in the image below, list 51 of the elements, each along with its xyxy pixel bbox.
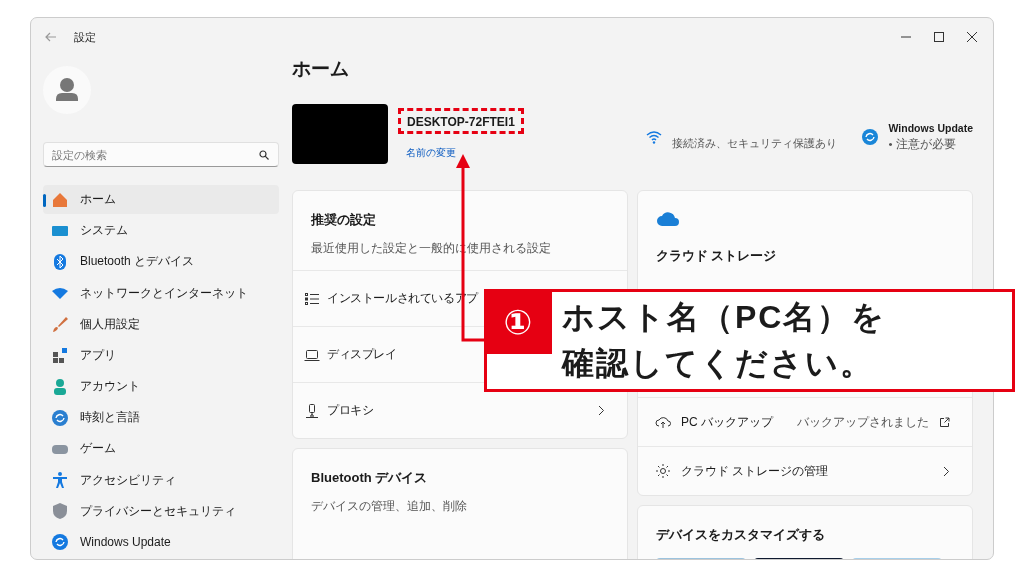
card-title: 推奨の設定	[311, 211, 377, 229]
update-icon	[51, 533, 69, 552]
cloud-upload-icon	[655, 414, 671, 430]
sidebar-item[interactable]: ホーム	[43, 185, 279, 215]
sidebar-item[interactable]: プライバシーとセキュリティ	[43, 496, 279, 526]
apps-icon	[51, 346, 69, 365]
update-title: Windows Update	[888, 122, 973, 134]
back-arrow-icon[interactable]	[45, 32, 57, 42]
card-title: クラウド ストレージ	[656, 248, 778, 265]
maximize-icon[interactable]	[934, 32, 944, 42]
sidebar-item[interactable]: アプリ	[43, 340, 279, 370]
sidebar-item[interactable]: ネットワークとインターネット	[43, 278, 279, 308]
external-link-icon	[939, 416, 950, 428]
account-icon	[51, 377, 69, 396]
bluetooth-icon	[51, 252, 69, 271]
wifi-icon	[645, 129, 662, 144]
sidebar-item[interactable]: Bluetooth とデバイス	[43, 247, 279, 277]
sidebar-item[interactable]: アカウント	[43, 372, 279, 402]
window-title: 設定	[74, 29, 96, 45]
search-icon	[259, 150, 269, 161]
rename-link[interactable]: 名前の変更	[400, 146, 524, 160]
network-status: 接続済み、セキュリティ保護あり	[671, 136, 837, 151]
chevron-icon	[943, 465, 950, 477]
update-status: • 注意が必要	[888, 137, 957, 152]
status-text: バックアップされました	[797, 413, 929, 431]
chevron-icon	[598, 405, 605, 416]
brush-icon	[51, 315, 69, 334]
home-icon	[51, 190, 69, 209]
settings-row[interactable]: クラウド ストレージの管理	[638, 446, 972, 495]
page-title: ホーム	[292, 57, 350, 81]
search-field[interactable]: 設定の検索	[43, 142, 279, 168]
settings-row[interactable]: PC バックアップ バックアップされました	[638, 397, 972, 446]
card-title: デバイスをカスタマイズする	[656, 526, 826, 544]
sidebar-item[interactable]: 時刻と言語	[43, 403, 279, 433]
card-subtitle: デバイスの管理、追加、削除	[311, 499, 468, 514]
proxy-icon	[304, 402, 320, 419]
avatar-icon	[43, 66, 91, 114]
sidebar-item[interactable]: アクセシビリティ	[43, 465, 279, 495]
access-icon	[51, 471, 69, 490]
list-icon	[304, 290, 320, 307]
sidebar-item[interactable]: ゲーム	[43, 434, 279, 464]
device-name: DESKTOP-72FTEI1	[407, 115, 515, 129]
sidebar-item[interactable]: システム	[43, 216, 279, 246]
close-icon[interactable]	[967, 32, 977, 42]
update-icon	[860, 128, 879, 146]
cloud-icon	[656, 211, 680, 226]
card-title: Bluetooth デバイス	[311, 469, 429, 487]
step-number: ①	[484, 289, 552, 354]
shield-icon	[51, 502, 69, 521]
sidebar-item[interactable]: 個人用設定	[43, 309, 279, 339]
sidebar-item[interactable]: Windows Update	[43, 527, 279, 557]
